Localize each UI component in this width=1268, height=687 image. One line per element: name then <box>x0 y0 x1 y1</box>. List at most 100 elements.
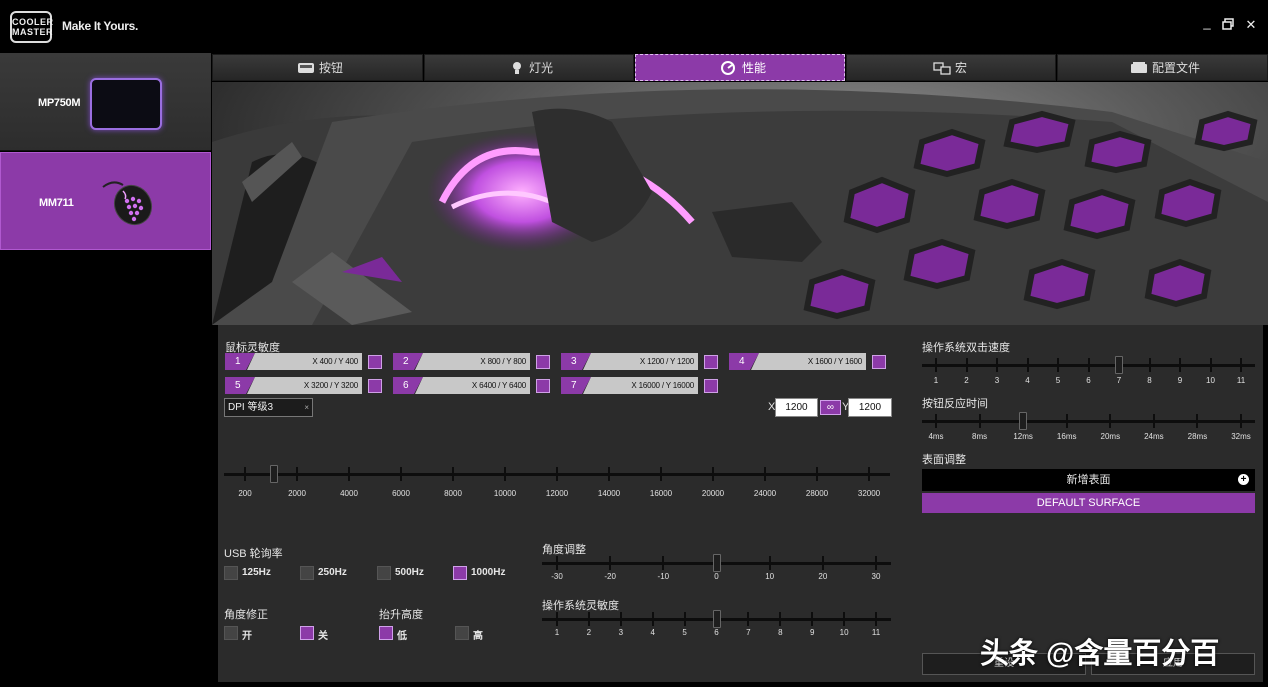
slider-thumb[interactable] <box>269 465 278 483</box>
dpi-level-checkbox[interactable] <box>368 355 382 369</box>
checkbox-关[interactable] <box>300 626 314 640</box>
slider-tick <box>875 556 877 570</box>
checkbox-高[interactable] <box>455 626 469 640</box>
slider-tick <box>811 612 814 626</box>
device-item-mp750m[interactable]: MP750M <box>0 53 211 151</box>
tab-buttons[interactable]: 按钮 <box>212 54 423 81</box>
slider-tick <box>747 612 750 626</box>
dpi-level-checkbox[interactable] <box>704 355 718 369</box>
slider-tick <box>1240 358 1242 372</box>
tab-lighting[interactable]: 灯光 <box>424 54 634 81</box>
slider-tick <box>779 612 782 626</box>
slider-tick-label: 3 <box>618 628 624 637</box>
slider-tick-label: 4 <box>650 628 655 637</box>
dpi-x-input[interactable]: 1200 <box>775 398 818 417</box>
slider-tick-label: 8 <box>1147 376 1152 385</box>
slider-tick-label: 24000 <box>753 489 777 498</box>
checkbox-label: 低 <box>397 631 407 642</box>
slider-tick-label: -30 <box>551 572 563 581</box>
slider-tick-label: 9 <box>809 628 815 637</box>
slider-tick <box>296 467 298 481</box>
slider-thumb[interactable] <box>1115 356 1123 374</box>
link-xy-icon[interactable]: ∞ <box>820 400 841 415</box>
dpi-level-3[interactable]: 3X 1200 / Y 1200 <box>561 353 721 370</box>
dpi-level-checkbox[interactable] <box>536 379 550 393</box>
slider-tick <box>768 556 771 570</box>
dpi-y-input[interactable]: 1200 <box>848 398 892 417</box>
slider-tick-label: 11 <box>1236 376 1246 385</box>
tab-label: 性能 <box>742 61 767 75</box>
polling-title: USB 轮询率 <box>224 548 283 560</box>
app-window: COOLER MASTER Make It Yours. _ ✕ MP750M … <box>0 0 1268 687</box>
slider-tick-label: 12ms <box>1013 432 1033 441</box>
macro-icon <box>933 61 951 75</box>
dpi-level-checkbox[interactable] <box>704 379 718 393</box>
slider-tick <box>996 358 998 372</box>
slider-tick-label: 8000 <box>444 489 462 498</box>
dpi-level-7[interactable]: 7X 16000 / Y 16000 <box>561 377 721 394</box>
dpi-level-checkbox[interactable] <box>368 379 382 393</box>
slider-tick-label: 16ms <box>1056 432 1077 441</box>
clear-icon[interactable]: × <box>304 399 309 416</box>
add-surface-button[interactable]: 新增表面 + <box>922 469 1255 491</box>
checkbox-500Hz[interactable] <box>377 566 391 580</box>
checkbox-开[interactable] <box>224 626 238 640</box>
device-item-mm711[interactable]: MM711 <box>0 152 211 250</box>
slider-tick-label: 4ms <box>928 432 944 441</box>
logo-text-line-2: MASTER <box>12 27 53 37</box>
slider-tick-label: 1 <box>554 628 560 637</box>
dpi-level-bar: X 6400 / Y 6400 <box>415 377 530 394</box>
dpi-level-checkbox[interactable] <box>536 355 550 369</box>
dpi-level-bar: X 800 / Y 800 <box>415 353 530 370</box>
lighting-icon <box>511 61 523 75</box>
slider-thumb[interactable] <box>712 554 721 572</box>
checkbox-label: 500Hz <box>395 567 424 578</box>
slider-tick-label: 10 <box>1206 376 1215 385</box>
response-title: 按钮反应时间 <box>922 398 988 410</box>
checkbox-1000Hz[interactable] <box>453 566 467 580</box>
add-surface-label: 新增表面 <box>1066 474 1111 486</box>
slider-tick-label: 10 <box>765 572 775 581</box>
tab-macro[interactable]: 宏 <box>846 54 1056 81</box>
maximize-icon[interactable] <box>1221 18 1235 32</box>
dpi-slider[interactable]: 200 2000 4000 6000 8000 10000 12000 14000 16000 2… <box>224 465 890 498</box>
slider-tick-label: 10000 <box>493 489 517 498</box>
dpi-level-4[interactable]: 4X 1600 / Y 1600 <box>729 353 889 370</box>
checkbox-低[interactable] <box>379 626 393 640</box>
tab-performance[interactable]: 性能 <box>635 54 845 81</box>
slider-tick-label: 4 <box>1025 376 1030 385</box>
dpi-level-checkbox[interactable] <box>872 355 886 369</box>
os-sensitivity-slider[interactable]: 1 2 3 4 5 6 7 8 9 10 11 <box>542 610 891 642</box>
slider-tick <box>935 414 937 428</box>
slider-tick <box>843 612 846 626</box>
double-click-slider[interactable]: 1 2 3 4 5 6 7 8 9 10 11 <box>922 356 1255 388</box>
slider-tick-label: 5 <box>682 628 687 637</box>
tab-label: 配置文件 <box>1152 61 1201 75</box>
dpi-level-value: X 800 / Y 800 <box>480 357 526 366</box>
dpi-level-1[interactable]: 1X 400 / Y 400 <box>225 353 385 370</box>
slider-thumb[interactable] <box>1019 412 1028 430</box>
slider-tick-label: 7 <box>746 628 751 637</box>
dpi-level-dropdown[interactable]: DPI 等级3 × <box>224 398 313 417</box>
slider-tick-label: 8 <box>778 628 783 637</box>
slider-thumb[interactable] <box>712 610 721 628</box>
slider-tick <box>608 467 610 481</box>
slider-tick-label: 20ms <box>1100 432 1121 441</box>
tab-profiles[interactable]: 配置文件 <box>1057 54 1268 81</box>
close-icon[interactable]: ✕ <box>1244 18 1258 32</box>
slider-tick-label: 4000 <box>340 489 358 498</box>
checkbox-125Hz[interactable] <box>224 566 238 580</box>
angle-tune-slider[interactable]: -30 -20 -10 0 10 20 30 <box>542 554 891 586</box>
minimize-icon[interactable]: _ <box>1200 16 1214 30</box>
checkbox-label: 1000Hz <box>471 567 506 578</box>
dpi-level-2[interactable]: 2X 800 / Y 800 <box>393 353 553 370</box>
checkbox-250Hz[interactable] <box>300 566 314 580</box>
checkbox-label: 250Hz <box>318 567 347 578</box>
tab-label: 宏 <box>955 61 968 75</box>
response-time-slider[interactable]: 4ms 8ms 12ms 16ms 20ms 24ms 28ms 32ms <box>922 412 1255 444</box>
slider-tick-label: -20 <box>604 572 616 581</box>
dpi-level-5[interactable]: 5X 3200 / Y 3200 <box>225 377 385 394</box>
slider-tick-label: 1 <box>933 376 939 385</box>
dpi-level-6[interactable]: 6X 6400 / Y 6400 <box>393 377 553 394</box>
default-surface-item[interactable]: DEFAULT SURFACE <box>922 493 1255 513</box>
